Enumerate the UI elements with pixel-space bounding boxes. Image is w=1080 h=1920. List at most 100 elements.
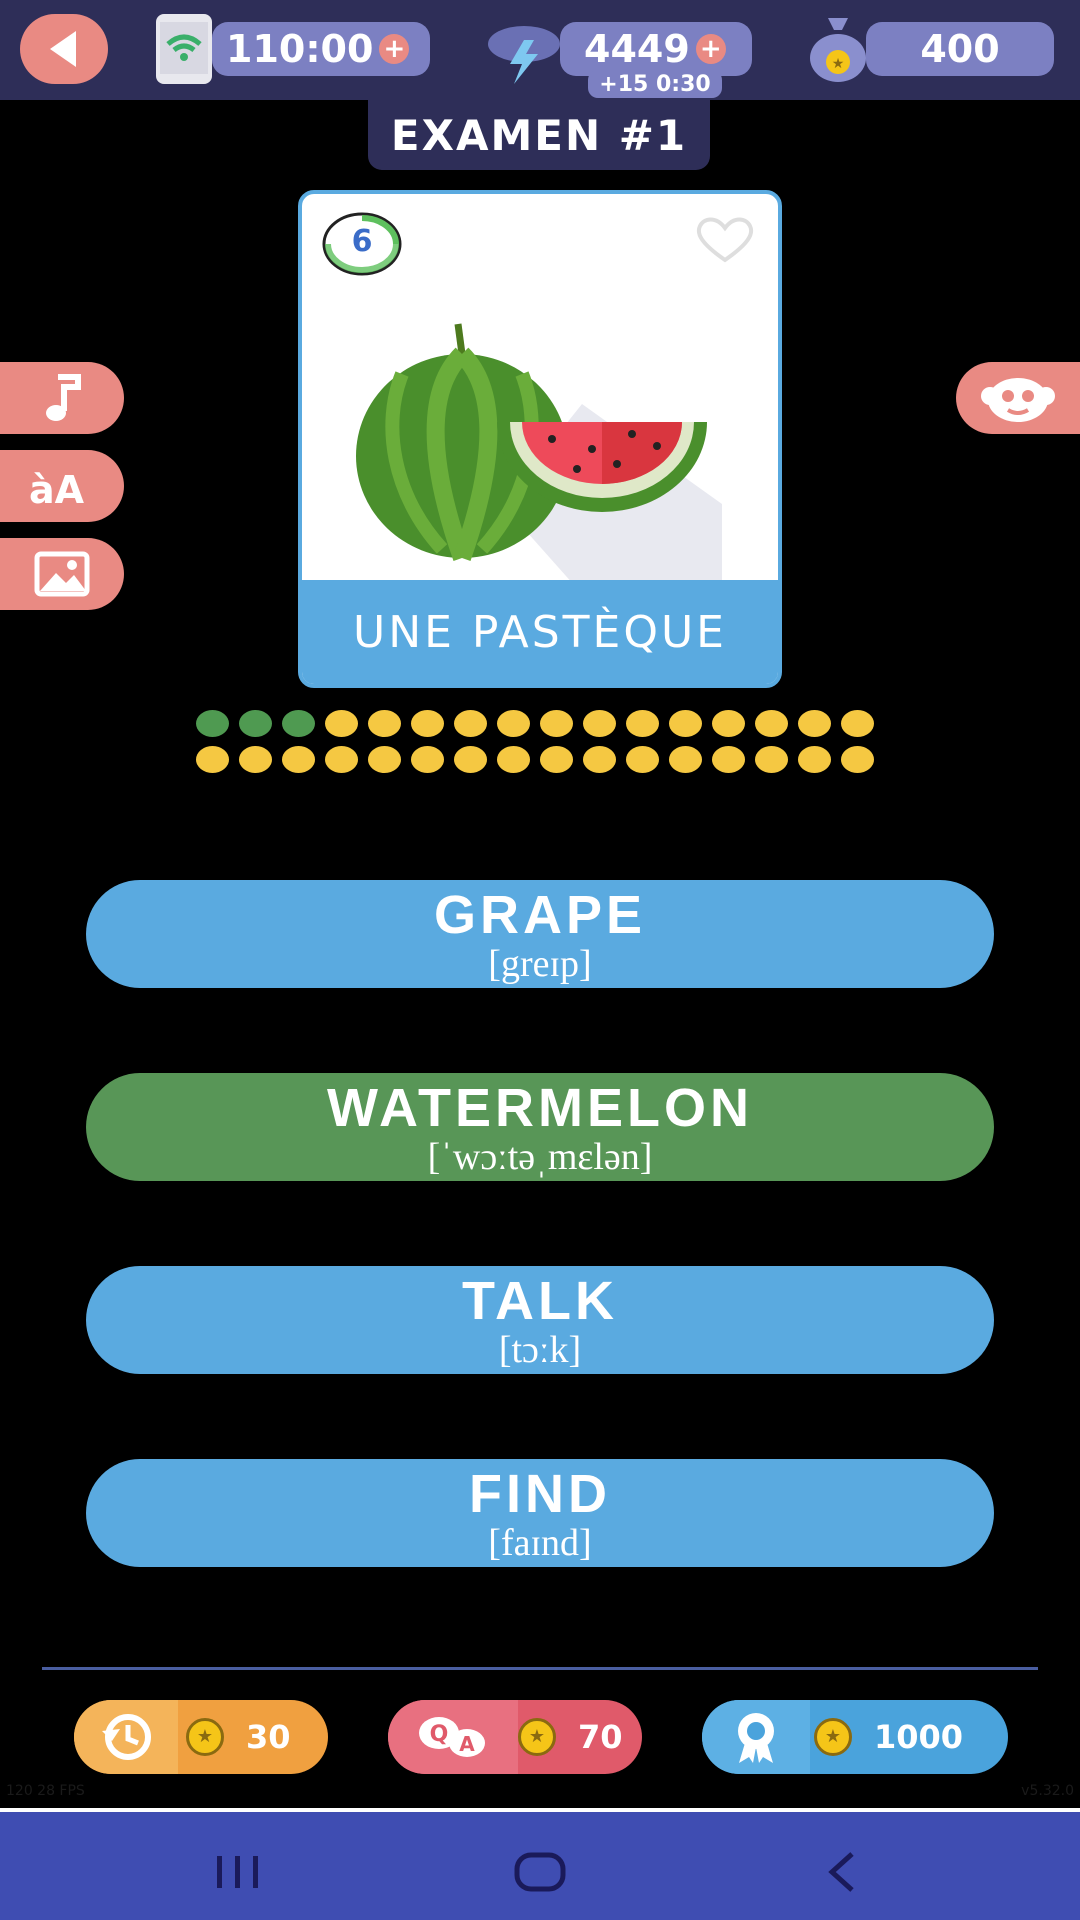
coin-icon: ★ [186, 1718, 224, 1756]
progress-dot-pending [368, 746, 401, 773]
answer-option-button[interactable]: TALK [tɔːk] [86, 1266, 994, 1374]
answer-word: GRAPE [433, 885, 647, 945]
back-button[interactable] [20, 14, 108, 84]
progress-dot-pending [798, 746, 831, 773]
answer-word: FIND [469, 1464, 611, 1524]
phone-wifi-icon [156, 14, 212, 84]
translate-button[interactable]: àA [0, 450, 124, 522]
answer-word: TALK [462, 1271, 618, 1331]
progress-dot-pending [325, 746, 358, 773]
coins-value: 400 [920, 27, 1000, 71]
card-word: UNE PASTÈQUE [302, 580, 778, 684]
progress-dot-done [282, 710, 315, 737]
mascot-icon [981, 378, 1055, 422]
answer-option-button[interactable]: GRAPE [greɪp] [86, 880, 994, 988]
progress-dot-pending [626, 710, 659, 737]
add-energy-button[interactable]: + [695, 34, 726, 64]
progress-dot-pending [282, 746, 315, 773]
level-badge: 6 [322, 212, 402, 276]
progress-dots-row-2 [196, 742, 886, 778]
home-button[interactable] [510, 1842, 570, 1902]
svg-text:Q: Q [430, 1722, 449, 1747]
fps-readout: 120 28 FPS [6, 1783, 85, 1799]
energy-value: 4449 [584, 27, 690, 71]
coin-icon: ★ [518, 1718, 556, 1756]
progress-dot-pending [239, 746, 272, 773]
progress-dots-row-1 [196, 706, 886, 742]
answer-phonetic: [greɪp] [488, 943, 592, 985]
svg-text:àA: àA [29, 468, 85, 511]
progress-dot-pending [669, 710, 702, 737]
version-label: v5.32.0 [1021, 1783, 1074, 1799]
progress-dot-done [239, 710, 272, 737]
answer-phonetic: [tɔːk] [498, 1329, 582, 1371]
progress-dot-pending [411, 710, 444, 737]
progress-dot-pending [712, 710, 745, 737]
coins-pill: 400 [866, 22, 1054, 76]
watermelon-image [352, 304, 732, 594]
energy-pill: 4449 + [560, 22, 752, 76]
level-number: 6 [351, 224, 373, 259]
progress-dot-pending [669, 746, 702, 773]
bonus-cost: 30 [246, 1718, 291, 1756]
bonus-award-button[interactable]: ★ 1000 [702, 1700, 1008, 1774]
answer-option-button[interactable]: FIND [faɪnd] [86, 1459, 994, 1567]
back-arrow-icon [50, 31, 76, 67]
progress-dot-pending [454, 710, 487, 737]
answer-word: WATERMELON [327, 1078, 753, 1138]
progress-dot-pending [368, 710, 401, 737]
coin-icon: ★ [814, 1718, 852, 1756]
sound-button[interactable] [0, 362, 124, 434]
bonus-time-rewind-button[interactable]: ★ 30 [74, 1700, 328, 1774]
bonus-cost: 70 [578, 1718, 623, 1756]
status-bar: 110:00 + 4449 + +15 0:30 ★ 400 [0, 0, 1080, 100]
progress-dot-pending [755, 710, 788, 737]
progress-dot-pending [712, 746, 745, 773]
system-nav-bar [0, 1808, 1080, 1920]
image-icon [34, 551, 90, 597]
svg-text:A: A [459, 1732, 475, 1756]
recent-apps-button[interactable] [208, 1842, 268, 1902]
answer-phonetic: [ˈwɔːtəˌmɛlən] [427, 1136, 653, 1178]
progress-dot-pending [755, 746, 788, 773]
nav-back-icon [828, 1852, 854, 1892]
progress-dot-done [196, 710, 229, 737]
divider [42, 1667, 1038, 1670]
recent-apps-icon [217, 1856, 258, 1888]
mascot-button[interactable] [956, 362, 1080, 434]
music-note-icon [46, 374, 81, 421]
bonus-qa-hint-button[interactable]: Q A ★ 70 [388, 1700, 642, 1774]
answer-phonetic: [faɪnd] [488, 1522, 592, 1564]
show-image-button[interactable] [0, 538, 124, 610]
answer-option-button[interactable]: WATERMELON [ˈwɔːtəˌmɛlən] [86, 1073, 994, 1181]
timer-value: 110:00 [226, 27, 374, 71]
timer-pill: 110:00 + [212, 22, 430, 76]
progress-dot-pending [583, 746, 616, 773]
exam-title: EXAMEN #1 [368, 100, 710, 170]
progress-dot-pending [626, 746, 659, 773]
favorite-heart-icon[interactable] [692, 214, 758, 268]
bonus-cost: 1000 [874, 1718, 964, 1756]
progress-dot-pending [454, 746, 487, 773]
progress-dot-pending [540, 710, 573, 737]
progress-dot-pending [798, 710, 831, 737]
progress-dot-pending [325, 710, 358, 737]
svg-text:★: ★ [832, 56, 845, 72]
nav-back-button[interactable] [812, 1842, 872, 1902]
progress-dot-pending [497, 710, 530, 737]
progress-dot-pending [841, 746, 874, 773]
time-rewind-icon [102, 1714, 151, 1760]
qa-hint-icon: Q A [419, 1717, 485, 1757]
progress-dot-pending [497, 746, 530, 773]
progress-dot-pending [411, 746, 444, 773]
progress-dot-pending [196, 746, 229, 773]
money-bag-icon: ★ [806, 12, 870, 84]
translate-icon: àA [29, 468, 85, 511]
progress-dot-pending [540, 746, 573, 773]
energy-refill-timer: +15 0:30 [588, 70, 722, 98]
add-time-button[interactable]: + [379, 34, 410, 64]
energy-cloud-icon [484, 22, 564, 86]
progress-dot-pending [583, 710, 616, 737]
flashcard: 6 UNE PASTÈQUE [298, 190, 782, 688]
progress-dot-pending [841, 710, 874, 737]
